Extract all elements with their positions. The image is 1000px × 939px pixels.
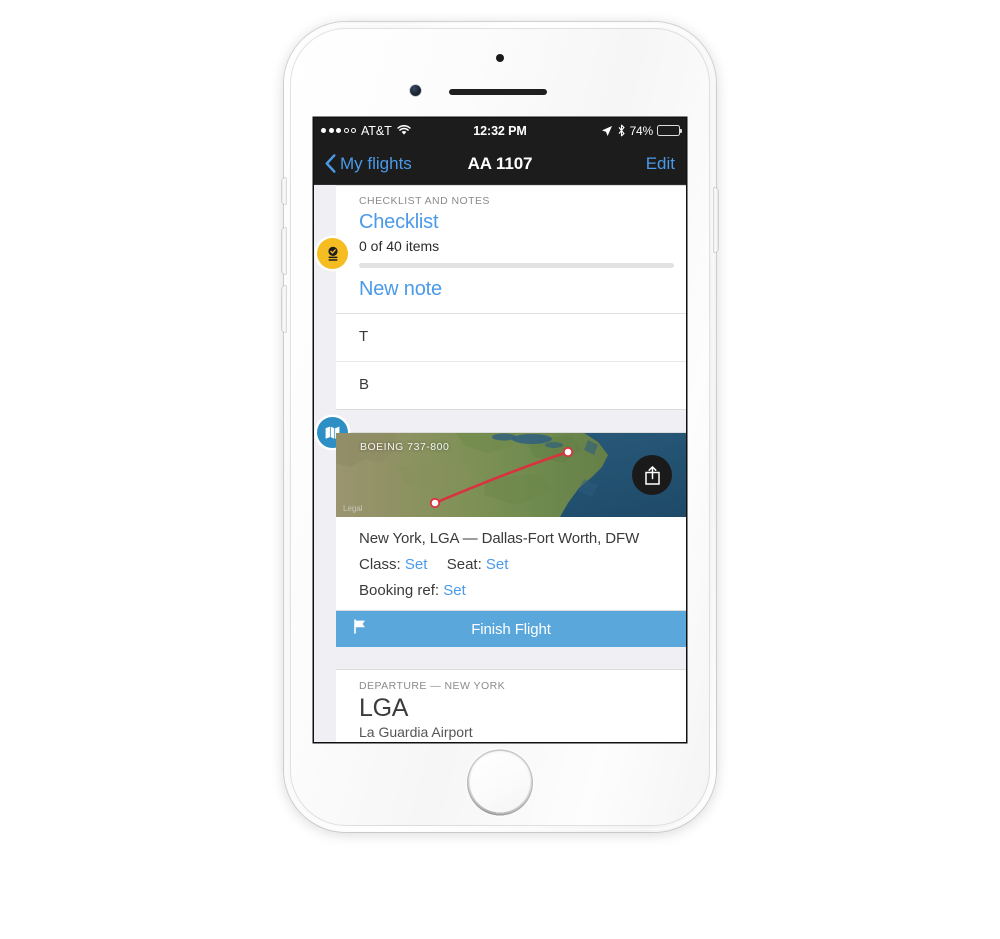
back-button-label: My flights bbox=[340, 153, 412, 173]
section-gap bbox=[314, 410, 686, 432]
checklist-section-label: CHECKLIST AND NOTES bbox=[359, 195, 490, 207]
mute-switch[interactable] bbox=[282, 178, 286, 204]
list-item[interactable]: B bbox=[336, 362, 686, 409]
volume-up-button[interactable] bbox=[282, 228, 286, 274]
booking-ref-label: Booking ref: bbox=[359, 582, 440, 599]
booking-ref-row: Booking ref: Set bbox=[336, 577, 686, 610]
chevron-left-icon bbox=[325, 154, 336, 173]
checklist-and-notes-card: CHECKLIST AND NOTES Checklist 0 of 40 it… bbox=[317, 185, 686, 410]
class-label: Class: bbox=[359, 556, 401, 573]
volume-down-button[interactable] bbox=[282, 286, 286, 332]
share-button[interactable] bbox=[632, 455, 672, 495]
home-button-ring bbox=[466, 749, 534, 816]
section-gap bbox=[314, 647, 686, 669]
share-icon bbox=[644, 465, 660, 485]
departure-card: DEPARTURE — NEW YORK LGA La Guardia Airp… bbox=[336, 669, 686, 742]
home-button[interactable] bbox=[466, 749, 534, 816]
phone-device-frame: AT&T 12:32 PM 74% My flights AA 1107 Edi… bbox=[282, 22, 718, 832]
status-bar: AT&T 12:32 PM 74% bbox=[314, 118, 686, 143]
checklist-items-status: 0 of 40 items bbox=[359, 238, 440, 254]
back-button[interactable]: My flights bbox=[325, 154, 412, 174]
front-camera-icon bbox=[410, 85, 421, 96]
class-set-link[interactable]: Set bbox=[405, 556, 428, 573]
list-item[interactable]: T bbox=[336, 314, 686, 362]
checklist-glyph-icon bbox=[327, 246, 338, 261]
departure-section-label: DEPARTURE — NEW YORK bbox=[359, 680, 506, 692]
seat-label: Seat: bbox=[446, 556, 482, 573]
flag-icon bbox=[353, 619, 367, 639]
sensor-dot bbox=[496, 54, 504, 62]
departure-airport-code: LGA bbox=[359, 694, 409, 722]
earpiece-speaker bbox=[449, 89, 547, 95]
phone-screen: AT&T 12:32 PM 74% My flights AA 1107 Edi… bbox=[314, 118, 686, 742]
checklist-badge-icon[interactable] bbox=[317, 238, 348, 269]
new-note-button[interactable]: New note bbox=[336, 268, 686, 314]
bluetooth-icon bbox=[618, 124, 625, 137]
seat-set-link[interactable]: Set bbox=[486, 556, 509, 573]
flight-route-label: New York, LGA — Dallas-Fort Worth, DFW bbox=[359, 530, 640, 547]
location-arrow-icon bbox=[601, 125, 612, 136]
checklist-link[interactable]: Checklist bbox=[336, 210, 686, 237]
status-bar-right: 74% bbox=[601, 123, 682, 138]
booking-ref-set-link[interactable]: Set bbox=[443, 582, 466, 599]
departure-airport-name: La Guardia Airport bbox=[359, 724, 473, 740]
map-legal-label[interactable]: Legal bbox=[343, 504, 363, 513]
class-and-seat-row: Class: Set Seat: Set bbox=[336, 551, 686, 577]
battery-percent-label: 74% bbox=[629, 123, 654, 138]
battery-icon bbox=[657, 125, 682, 136]
finish-flight-label: Finish Flight bbox=[471, 620, 551, 638]
navigation-bar: My flights AA 1107 Edit bbox=[314, 143, 686, 185]
finish-flight-button[interactable]: Finish Flight bbox=[336, 611, 686, 647]
flight-route-map[interactable]: BOEING 737-800 Legal bbox=[336, 433, 686, 517]
power-button[interactable] bbox=[714, 188, 718, 252]
scroll-content[interactable]: CHECKLIST AND NOTES Checklist 0 of 40 it… bbox=[314, 185, 686, 742]
edit-button[interactable]: Edit bbox=[646, 154, 675, 174]
flight-map-card: BOEING 737-800 Legal New York, LGA — Dal… bbox=[317, 417, 686, 611]
aircraft-type-label: BOEING 737-800 bbox=[360, 441, 450, 453]
